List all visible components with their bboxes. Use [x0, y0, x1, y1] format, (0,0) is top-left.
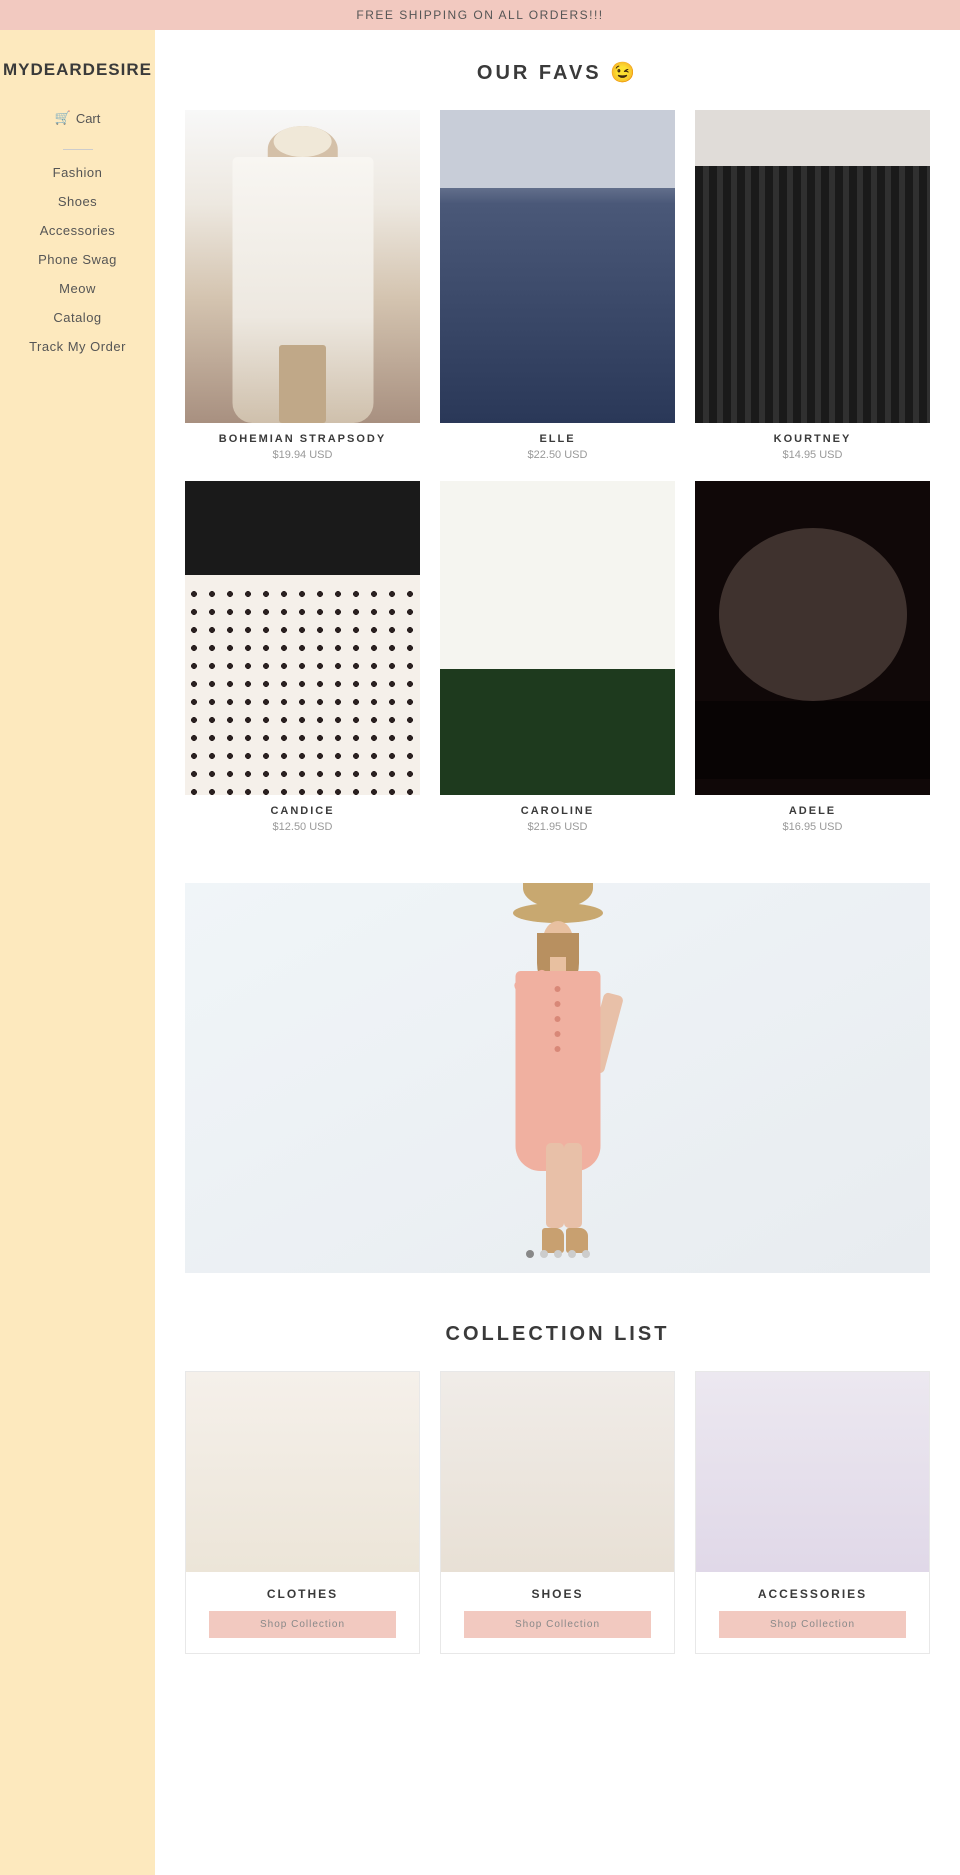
product-price-kourtney: $14.95 USD: [783, 449, 843, 461]
carousel-dot-5[interactable]: [582, 1250, 590, 1258]
collection-title: COLLECTION LIST: [185, 1323, 930, 1346]
product-price-candice: $12.50 USD: [273, 821, 333, 833]
cart-icon: 🛒: [55, 110, 71, 126]
product-name-adele: ADELE: [789, 805, 836, 817]
top-banner: FREE SHIPPING ON ALL ORDERS!!!: [0, 0, 960, 30]
product-image-candice: [185, 481, 420, 794]
dress-body: [515, 971, 600, 1171]
product-card-adele[interactable]: ADELE $16.95 USD: [695, 481, 930, 832]
collection-image-clothes: [186, 1372, 419, 1572]
collection-name-accessories: ACCESSORIES: [758, 1572, 867, 1611]
sidebar-nav: Fashion Shoes Accessories Phone Swag Meo…: [0, 165, 155, 354]
sidebar-divider: [63, 149, 93, 150]
sidebar-item-catalog[interactable]: Catalog: [53, 310, 101, 325]
leg-right: [564, 1143, 582, 1228]
cart-link[interactable]: 🛒 Cart: [55, 110, 101, 126]
collection-section: COLLECTION LIST CLOTHES Shop Collection …: [155, 1293, 960, 1684]
collection-name-shoes: SHOES: [531, 1572, 583, 1611]
favs-section: OUR FAVS 😉 BOHEMIAN STRAPSODY $19.94 USD: [155, 30, 960, 843]
product-image-elle: [440, 110, 675, 423]
cart-label: Cart: [76, 111, 101, 126]
product-price-elle: $22.50 USD: [528, 449, 588, 461]
collection-card-clothes[interactable]: CLOTHES Shop Collection: [185, 1371, 420, 1654]
carousel-dot-4[interactable]: [568, 1250, 576, 1258]
collection-card-shoes[interactable]: SHOES Shop Collection: [440, 1371, 675, 1654]
product-price-bohemian: $19.94 USD: [273, 449, 333, 461]
product-name-elle: ELLE: [539, 433, 575, 445]
site-logo: MYDEARDESIRE: [3, 60, 152, 80]
sidebar: MYDEARDESIRE 🛒 Cart Fashion Shoes Access…: [0, 30, 155, 1875]
product-name-kourtney: KOURTNEY: [774, 433, 852, 445]
collection-image-shoes: [441, 1372, 674, 1572]
shop-accessories-button[interactable]: Shop Collection: [719, 1611, 905, 1638]
product-price-caroline: $21.95 USD: [528, 821, 588, 833]
collection-grid: CLOTHES Shop Collection SHOES Shop Colle…: [185, 1371, 930, 1654]
product-card-bohemian[interactable]: BOHEMIAN STRAPSODY $19.94 USD: [185, 110, 420, 461]
product-image-caroline: [440, 481, 675, 794]
sidebar-item-phone-swag[interactable]: Phone Swag: [38, 252, 117, 267]
product-name-bohemian: BOHEMIAN STRAPSODY: [219, 433, 386, 445]
sidebar-item-fashion[interactable]: Fashion: [53, 165, 103, 180]
product-card-elle[interactable]: ELLE $22.50 USD: [440, 110, 675, 461]
collection-card-accessories[interactable]: ACCESSORIES Shop Collection: [695, 1371, 930, 1654]
banner-text: FREE SHIPPING ON ALL ORDERS!!!: [356, 8, 603, 22]
product-card-kourtney[interactable]: KOURTNEY $14.95 USD: [695, 110, 930, 461]
product-image-kourtney: [695, 110, 930, 423]
main-content: OUR FAVS 😉 BOHEMIAN STRAPSODY $19.94 USD: [155, 30, 960, 1875]
carousel-section: [185, 883, 930, 1273]
favs-title: OUR FAVS 😉: [185, 60, 930, 85]
product-image-bohemian: [185, 110, 420, 423]
favs-grid: BOHEMIAN STRAPSODY $19.94 USD ELLE $22.5…: [185, 110, 930, 833]
carousel-dots: [526, 1250, 590, 1258]
sidebar-item-shoes[interactable]: Shoes: [58, 194, 97, 209]
product-name-candice: CANDICE: [270, 805, 334, 817]
product-image-adele: [695, 481, 930, 794]
shop-shoes-button[interactable]: Shop Collection: [464, 1611, 650, 1638]
product-card-candice[interactable]: CANDICE $12.50 USD: [185, 481, 420, 832]
sidebar-item-meow[interactable]: Meow: [59, 281, 96, 296]
sidebar-item-track-order[interactable]: Track My Order: [29, 339, 126, 354]
product-price-adele: $16.95 USD: [783, 821, 843, 833]
carousel-dot-1[interactable]: [526, 1250, 534, 1258]
carousel-dot-2[interactable]: [540, 1250, 548, 1258]
shop-clothes-button[interactable]: Shop Collection: [209, 1611, 395, 1638]
product-card-caroline[interactable]: CAROLINE $21.95 USD: [440, 481, 675, 832]
sidebar-item-accessories[interactable]: Accessories: [40, 223, 116, 238]
collection-image-accessories: [696, 1372, 929, 1572]
carousel-dot-3[interactable]: [554, 1250, 562, 1258]
product-name-caroline: CAROLINE: [521, 805, 594, 817]
carousel-figure: [458, 903, 658, 1273]
collection-name-clothes: CLOTHES: [267, 1572, 338, 1611]
leg-left: [546, 1143, 564, 1228]
